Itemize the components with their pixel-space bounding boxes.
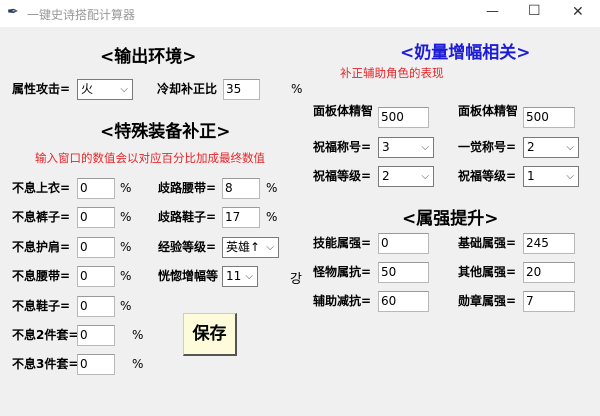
equip-input[interactable]: 0: [77, 354, 115, 375]
equip-label: 不息鞋子=: [12, 299, 71, 313]
amp-unit: 강: [290, 272, 302, 287]
stat2-label: 面板体精智: [458, 104, 519, 118]
equip-label: 不息裤子=: [12, 210, 71, 224]
shoe-pct: %: [266, 210, 278, 224]
shoe-label: 歧路鞋子=: [158, 210, 217, 224]
exp-value: 英雄↑: [226, 240, 261, 254]
stat1-label: 面板体精智: [313, 104, 374, 118]
bless-lv1-value: 2: [382, 169, 390, 183]
amp-label: 恍惚增幅等: [158, 269, 219, 283]
buff-hint: 补正辅助角色的表现: [340, 66, 444, 80]
shoe-input[interactable]: 17: [222, 207, 260, 228]
feather-icon: ✒: [7, 4, 19, 20]
chevron-down-icon: ⌵: [245, 271, 253, 282]
cool-pct: %: [291, 82, 303, 96]
equip-title: <特殊装备补正>: [100, 122, 231, 142]
env-title: <输出环境>: [100, 47, 197, 67]
attr-label: 属性攻击=: [12, 82, 71, 96]
bless-lv1-select[interactable]: 2 ⌵: [378, 166, 434, 187]
equip-input[interactable]: 0: [77, 178, 115, 199]
equip-input[interactable]: 0: [77, 207, 115, 228]
minimize-button[interactable]: —: [486, 4, 499, 19]
equip-input[interactable]: 0: [77, 325, 115, 346]
elem-label: 其他属强=: [458, 265, 517, 279]
stat2-input[interactable]: 500: [523, 107, 575, 128]
pct-label: %: [120, 181, 132, 195]
belt-pct: %: [266, 181, 278, 195]
awake-title-value: 2: [527, 140, 535, 154]
cool-label: 冷却补正比: [157, 82, 218, 96]
pct-label: %: [120, 299, 132, 313]
elem-label: 辅助减抗=: [313, 294, 372, 308]
amp-select[interactable]: 11 ⌵: [222, 266, 258, 287]
elem-input[interactable]: 50: [378, 262, 429, 283]
elem-input[interactable]: 60: [378, 291, 429, 312]
amp-value: 11: [226, 269, 242, 283]
chevron-down-icon: ⌵: [266, 242, 274, 253]
equip-label: 不息上衣=: [12, 181, 71, 195]
equip-label: 不息护肩=: [12, 240, 71, 254]
exp-select[interactable]: 英雄↑ ⌵: [222, 237, 279, 258]
elem-input[interactable]: 20: [523, 262, 575, 283]
attr-select[interactable]: 火 ⌵: [77, 79, 133, 100]
cool-input[interactable]: 35: [223, 79, 260, 100]
elem-input[interactable]: 7: [523, 291, 575, 312]
bless-lv2-value: 1: [527, 169, 535, 183]
belt-label: 歧路腰带=: [158, 181, 217, 195]
equip-label: 不息3件套=: [12, 357, 79, 371]
equip-label: 不息2件套=: [12, 328, 79, 342]
pct-label: %: [120, 210, 132, 224]
pct-label: %: [120, 240, 132, 254]
close-button[interactable]: ✕: [572, 4, 584, 20]
bless-lv2-label: 祝福等级=: [458, 169, 517, 183]
elem-input[interactable]: 245: [523, 233, 575, 254]
elem-label: 技能属强=: [313, 236, 372, 250]
bless-lv1-label: 祝福等级=: [313, 169, 372, 183]
elem-label: 勋章属强=: [458, 294, 517, 308]
equip-input[interactable]: 0: [77, 237, 115, 258]
pct-label: %: [132, 328, 144, 342]
equip-label: 不息腰带=: [12, 269, 71, 283]
equip-hint: 输入窗口的数值会以对应百分比加成最终数值: [35, 151, 265, 165]
exp-label: 经验等级=: [158, 240, 217, 254]
awake-title-select[interactable]: 2 ⌵: [523, 137, 579, 158]
buff-title: <奶量增幅相关>: [400, 43, 531, 63]
chevron-down-icon: ⌵: [421, 171, 429, 182]
pct-label: %: [120, 269, 132, 283]
elem-input[interactable]: 0: [378, 233, 429, 254]
equip-input[interactable]: 0: [77, 266, 115, 287]
pct-label: %: [132, 357, 144, 371]
title-bar: ✒ 一键史诗搭配计算器 — ☐ ✕: [0, 0, 600, 27]
attr-value: 火: [81, 82, 94, 96]
bless-lv2-select[interactable]: 1 ⌵: [523, 166, 579, 187]
elem-label: 基础属强=: [458, 236, 517, 250]
stat1-input[interactable]: 500: [378, 107, 429, 128]
window-title: 一键史诗搭配计算器: [27, 8, 136, 22]
chevron-down-icon: ⌵: [120, 84, 128, 95]
chevron-down-icon: ⌵: [421, 142, 429, 153]
belt-input[interactable]: 8: [222, 178, 260, 199]
chevron-down-icon: ⌵: [566, 171, 574, 182]
bless-title-value: 3: [382, 140, 390, 154]
awake-title-label: 一觉称号=: [458, 140, 517, 154]
maximize-button[interactable]: ☐: [528, 3, 541, 19]
bless-title-label: 祝福称号=: [313, 140, 372, 154]
elem-label: 怪物属抗=: [313, 265, 372, 279]
equip-input[interactable]: 0: [77, 296, 115, 317]
save-button[interactable]: 保存: [183, 313, 237, 356]
bless-title-select[interactable]: 3 ⌵: [378, 137, 434, 158]
elem-title: <属强提升>: [402, 209, 499, 229]
chevron-down-icon: ⌵: [566, 142, 574, 153]
